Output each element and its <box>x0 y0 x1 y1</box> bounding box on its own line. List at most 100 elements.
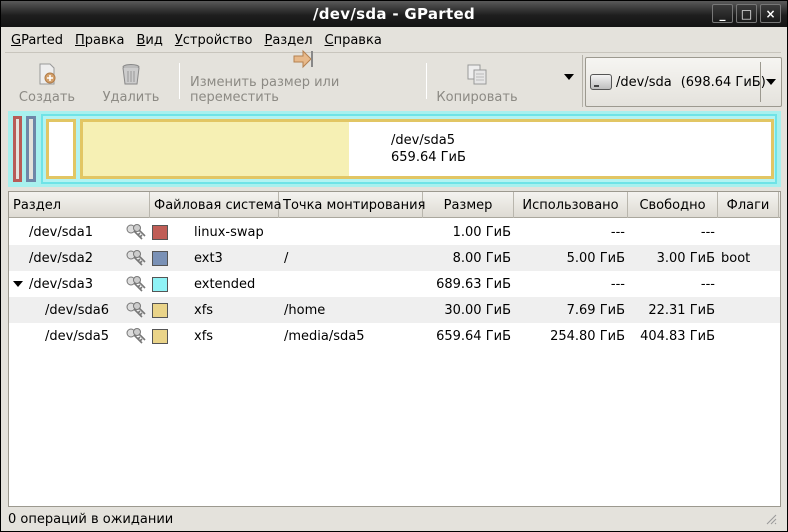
menu-edit[interactable]: Правка <box>69 33 130 48</box>
cell-filesystem: linux-swap <box>194 224 264 240</box>
cell-used: 5.00 ГиБ <box>566 250 625 266</box>
cell-free: --- <box>700 224 715 240</box>
device-size: (698.64 ГиБ) <box>680 74 766 90</box>
fs-color-swatch <box>152 251 168 266</box>
cell-filesystem: xfs <box>194 302 214 318</box>
cell-used: --- <box>610 276 625 292</box>
column-header-size[interactable]: Размер <box>423 192 514 218</box>
partition-table: Раздел Файловая система Точка монтирован… <box>8 191 781 507</box>
chevron-down-icon[interactable] <box>766 79 776 85</box>
minimize-button[interactable]: _ <box>712 4 733 23</box>
partition-block-size: 659.64 ГиБ <box>391 150 466 165</box>
resize-move-button[interactable]: Изменить размер или переместить <box>186 49 420 105</box>
resize-arrow-icon <box>290 47 316 71</box>
menu-gparted[interactable]: GParted <box>5 33 69 48</box>
window-controls: _ □ × <box>712 4 781 23</box>
cell-partition: /dev/sda6 <box>45 302 109 318</box>
table-header: Раздел Файловая система Точка монтирован… <box>9 192 780 218</box>
table-row[interactable]: /dev/sda6 xfs/home 30.00 ГиБ 7.69 ГиБ 22.31… <box>9 297 780 323</box>
menu-bar: GParted Правка Вид Устройство Раздел Спр… <box>5 29 781 53</box>
toolbar-separator <box>179 63 180 99</box>
partition-block-name: /dev/sda5 <box>391 133 455 148</box>
usage-fill <box>83 122 349 176</box>
cell-partition: /dev/sda2 <box>29 250 93 266</box>
column-header-free[interactable]: Свободно <box>628 192 718 218</box>
column-header-flags[interactable]: Флаги <box>718 192 779 218</box>
partition-block-sda6[interactable] <box>46 119 76 179</box>
copy-icon <box>464 62 490 86</box>
cell-size: 30.00 ГиБ <box>444 302 511 318</box>
cell-partition: /dev/sda3 <box>29 276 93 292</box>
table-row[interactable]: /dev/sda2 ext3 / 8.00 ГиБ 5.00 ГиБ 3.00 ГиБ b… <box>9 245 780 271</box>
title-bar[interactable]: /dev/sda - GParted _ □ × <box>1 1 787 27</box>
cell-free: 3.00 ГиБ <box>656 250 715 266</box>
delete-button[interactable]: Удалить <box>89 57 173 105</box>
partition-block-sda1[interactable] <box>13 116 22 182</box>
pending-operations-status: 0 операций в ожидании <box>8 511 174 527</box>
cell-filesystem: extended <box>194 276 256 292</box>
resize-move-label: Изменить размер или переместить <box>190 75 340 105</box>
window-title: /dev/sda - GParted <box>312 5 475 23</box>
device-selector[interactable]: /dev/sda (698.64 ГиБ) <box>585 57 782 107</box>
copy-button[interactable]: Копировать <box>433 57 521 105</box>
create-label: Создать <box>18 90 76 105</box>
cell-partition: /dev/sda1 <box>29 224 93 240</box>
cell-used: 254.80 ГиБ <box>550 328 625 344</box>
partition-block-sda2[interactable] <box>26 116 36 182</box>
cell-filesystem: xfs <box>194 328 214 344</box>
cell-flags: boot <box>721 250 751 266</box>
menu-device[interactable]: Устройство <box>169 33 259 48</box>
lock-key-icon <box>126 328 146 344</box>
device-name: /dev/sda <box>616 74 672 90</box>
column-header-filesystem[interactable]: Файловая система <box>150 192 282 218</box>
cell-mountpoint: / <box>284 250 289 266</box>
cell-size: 1.00 ГиБ <box>452 224 511 240</box>
close-button[interactable]: × <box>760 4 781 23</box>
fs-color-swatch <box>152 225 168 240</box>
cell-filesystem: ext3 <box>194 250 223 266</box>
partition-map: /dev/sda5 659.64 ГиБ <box>8 111 781 187</box>
menu-partition[interactable]: Раздел <box>258 33 318 48</box>
column-header-partition[interactable]: Раздел <box>9 192 150 218</box>
cell-free: 22.31 ГиБ <box>648 302 715 318</box>
menu-help[interactable]: Справка <box>319 33 388 48</box>
toolbar-separator <box>426 63 427 99</box>
fs-color-swatch <box>152 303 168 318</box>
cell-size: 659.64 ГиБ <box>436 328 511 344</box>
cell-free: --- <box>700 276 715 292</box>
cell-free: 404.83 ГиБ <box>640 328 715 344</box>
table-row[interactable]: /dev/sda3 extended 689.63 ГиБ --- --- <box>9 271 780 297</box>
column-header-used[interactable]: Использовано <box>514 192 628 218</box>
toolbar-overflow-arrow-icon[interactable] <box>564 74 574 80</box>
copy-label: Копировать <box>436 90 518 105</box>
cell-used: --- <box>610 224 625 240</box>
trash-icon <box>118 62 144 86</box>
toolbar: Создать Удалить Изменить размер или пере… <box>5 49 583 107</box>
cell-size: 8.00 ГиБ <box>452 250 511 266</box>
fs-color-swatch <box>152 329 168 344</box>
fs-color-swatch <box>152 277 168 292</box>
maximize-button[interactable]: □ <box>736 4 757 23</box>
lock-key-icon <box>126 276 146 292</box>
gparted-window: /dev/sda - GParted _ □ × GParted Правка … <box>0 0 788 532</box>
cell-mountpoint: /media/sda5 <box>284 328 365 344</box>
partition-block-sda5[interactable]: /dev/sda5 659.64 ГиБ <box>80 119 774 179</box>
new-icon <box>34 62 60 86</box>
table-row[interactable]: /dev/sda5 xfs/media/sda5 659.64 ГиБ 254.80… <box>9 323 780 349</box>
create-button[interactable]: Создать <box>5 57 89 105</box>
delete-label: Удалить <box>102 90 160 105</box>
cell-mountpoint: /home <box>284 302 326 318</box>
status-bar: 0 операций в ожидании <box>5 509 783 529</box>
partition-block-label: /dev/sda5 659.64 ГиБ <box>391 132 466 166</box>
lock-key-icon <box>126 250 146 266</box>
lock-key-icon <box>126 224 146 240</box>
expander-triangle-icon[interactable] <box>13 281 23 287</box>
resize-grip-icon[interactable] <box>765 513 777 525</box>
menu-view[interactable]: Вид <box>130 33 168 48</box>
harddisk-icon <box>590 74 612 90</box>
cell-used: 7.69 ГиБ <box>566 302 625 318</box>
table-row[interactable]: /dev/sda1 linux-swap 1.00 ГиБ --- --- <box>9 219 780 245</box>
device-selector-separator <box>760 62 761 102</box>
lock-key-icon <box>126 302 146 318</box>
column-header-mountpoint[interactable]: Точка монтирования <box>279 192 425 218</box>
